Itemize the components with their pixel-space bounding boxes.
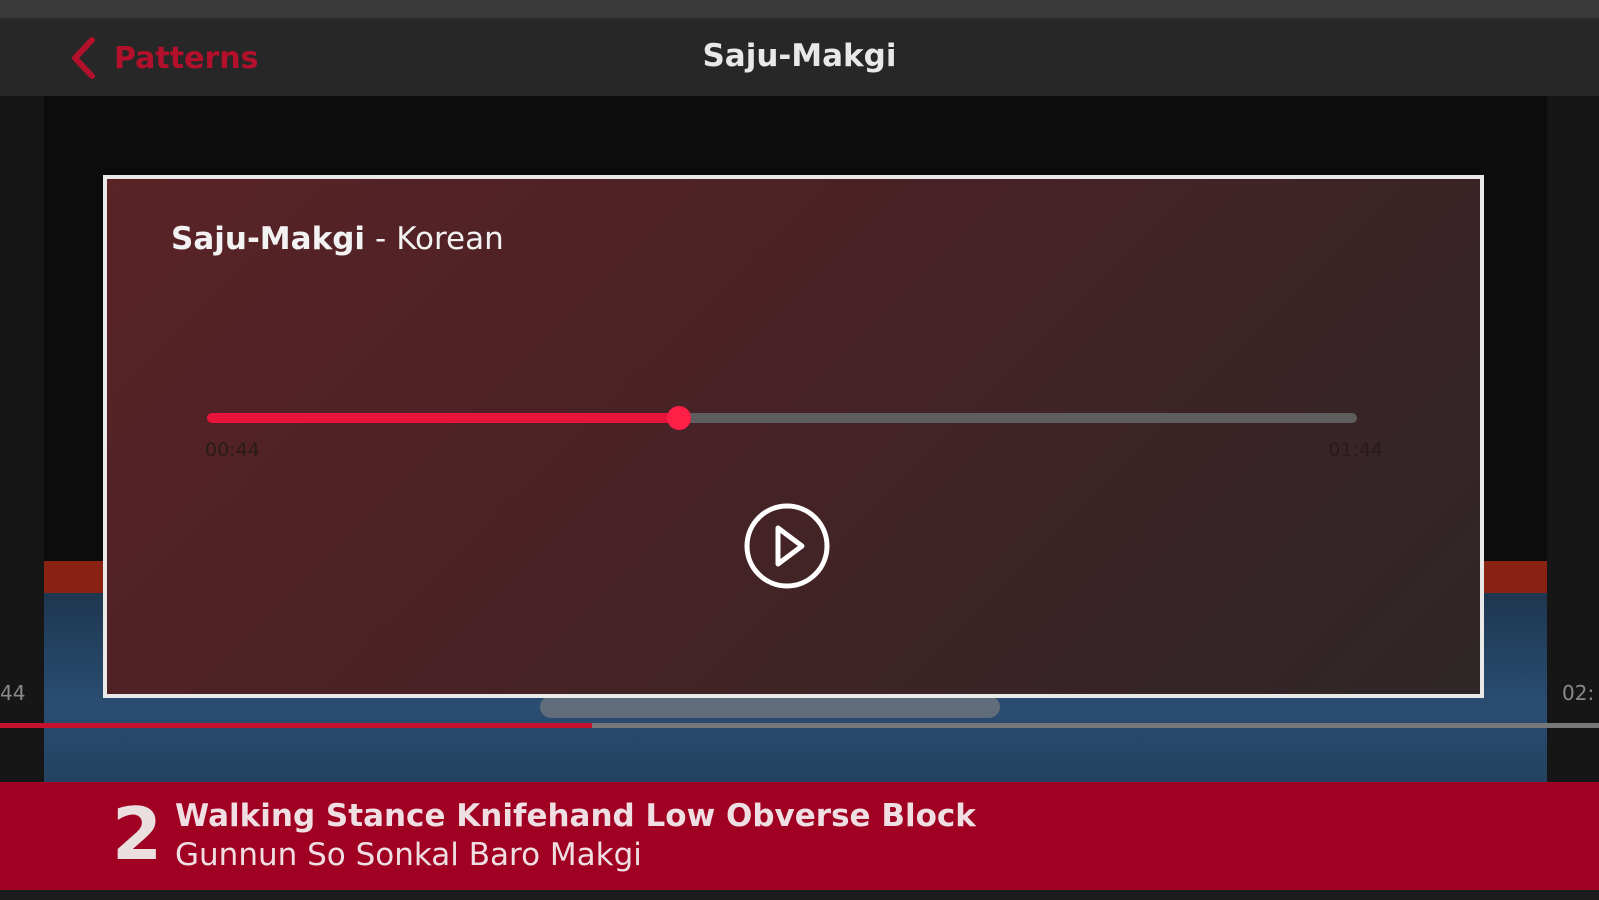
audio-language: Korean bbox=[396, 221, 504, 257]
navigation-bar: Patterns Saju-Makgi bbox=[0, 20, 1599, 96]
step-number: 2 bbox=[112, 792, 163, 876]
title-separator: - bbox=[375, 221, 387, 257]
video-progress-track[interactable] bbox=[0, 723, 1599, 728]
status-bar bbox=[0, 0, 1599, 20]
video-player[interactable]: 44 02: Saju-Makgi - Korean 00:44 01:44 bbox=[0, 96, 1599, 782]
page-title: Saju-Makgi bbox=[702, 38, 897, 74]
video-elapsed-time: 44 bbox=[0, 681, 26, 705]
technique-name: Saju-Makgi bbox=[171, 221, 366, 257]
bottom-edge bbox=[0, 890, 1599, 900]
step-korean-name: Gunnun So Sonkal Baro Makgi bbox=[175, 837, 642, 873]
video-side-panel-left bbox=[0, 96, 44, 782]
video-progress-fill bbox=[0, 723, 592, 728]
play-button[interactable] bbox=[742, 501, 832, 591]
audio-progress-fill bbox=[207, 413, 679, 423]
video-total-time: 02: bbox=[1562, 681, 1595, 705]
audio-scrubber-thumb[interactable] bbox=[666, 406, 691, 430]
pronunciation-audio-card: Saju-Makgi - Korean 00:44 01:44 bbox=[103, 175, 1484, 698]
video-side-panel-right bbox=[1547, 96, 1599, 782]
audio-scrubber[interactable] bbox=[207, 406, 1357, 430]
step-english-name: Walking Stance Knifehand Low Obverse Blo… bbox=[175, 798, 976, 834]
performer-feet bbox=[540, 696, 1000, 718]
audio-card-title: Saju-Makgi - Korean bbox=[171, 221, 504, 257]
audio-current-time: 00:44 bbox=[205, 439, 260, 461]
play-circle-icon bbox=[744, 503, 830, 589]
audio-total-time: 01:44 bbox=[1328, 439, 1383, 461]
step-banner: 2 Walking Stance Knifehand Low Obverse B… bbox=[0, 782, 1599, 890]
